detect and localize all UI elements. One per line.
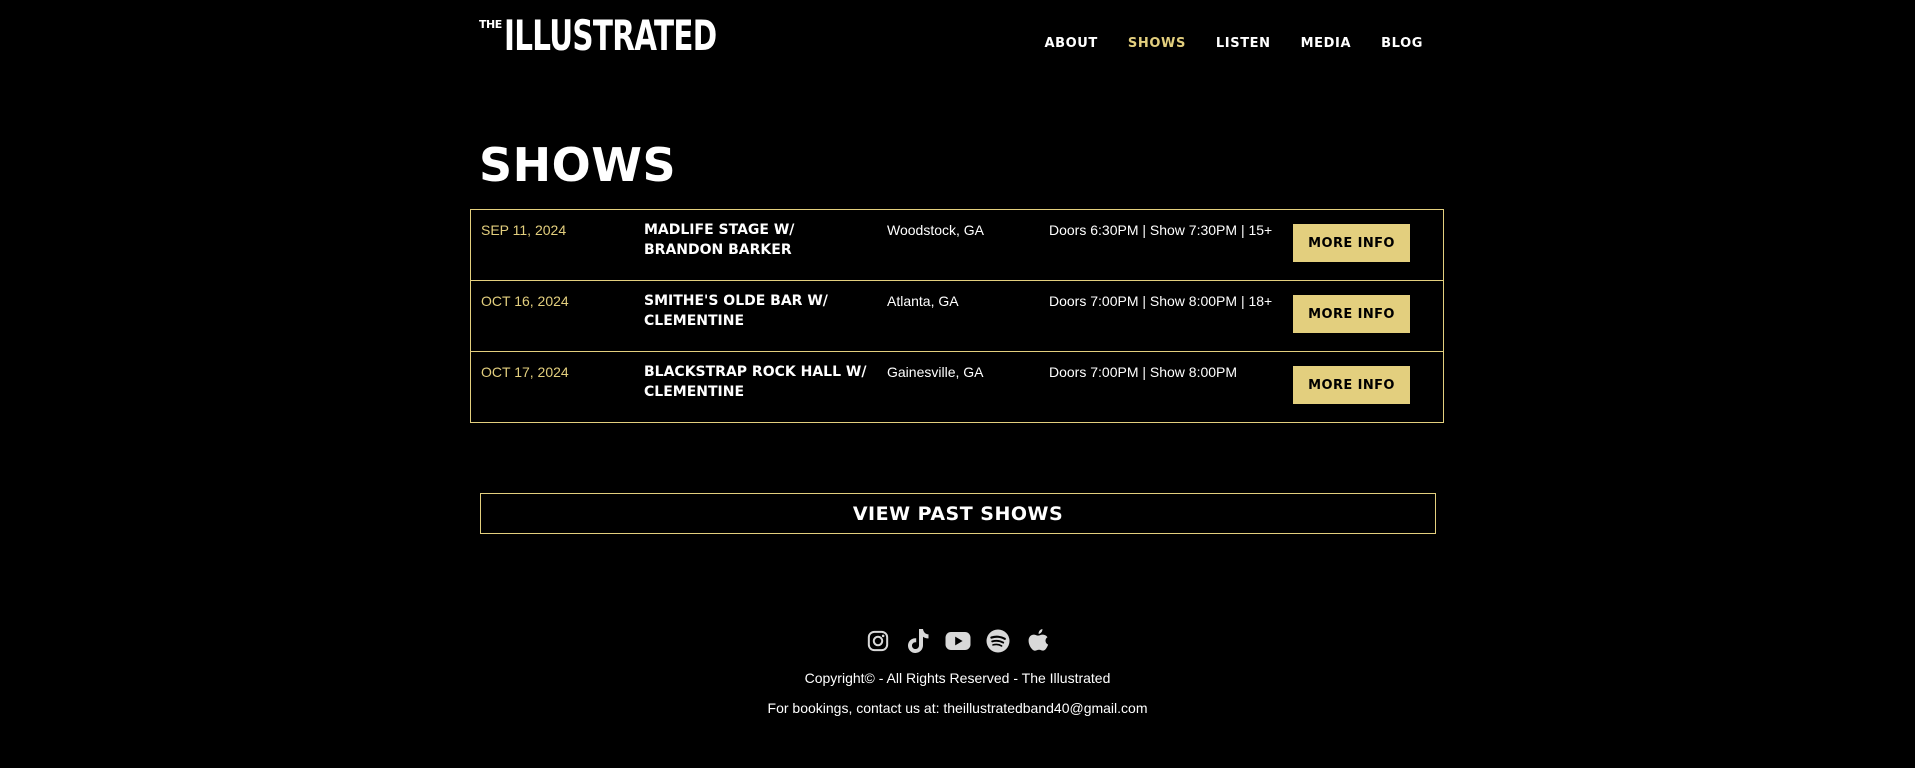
show-venue: BLACKSTRAP ROCK HALL W/ CLEMENTINE xyxy=(644,364,867,400)
more-info-button[interactable]: MORE INFO xyxy=(1293,366,1410,404)
shows-table: SEP 11, 2024 MADLIFE STAGE W/ BRANDON BA… xyxy=(470,209,1444,423)
nav-about[interactable]: ABOUT xyxy=(1044,36,1097,51)
social-links xyxy=(0,627,1915,655)
show-row: OCT 16, 2024 SMITHE'S OLDE BAR W/ CLEMEN… xyxy=(471,281,1443,352)
show-location: Gainesville, GA xyxy=(887,364,984,380)
more-info-button[interactable]: MORE INFO xyxy=(1293,224,1410,262)
show-venue: SMITHE'S OLDE BAR W/ CLEMENTINE xyxy=(644,293,828,329)
nav-media[interactable]: MEDIA xyxy=(1301,36,1352,51)
show-date: OCT 16, 2024 xyxy=(481,293,569,309)
show-venue: MADLIFE STAGE W/ BRANDON BARKER xyxy=(644,222,795,258)
youtube-icon[interactable] xyxy=(945,627,971,655)
more-info-button[interactable]: MORE INFO xyxy=(1293,295,1410,333)
spotify-icon[interactable] xyxy=(985,627,1011,655)
show-times: Doors 6:30PM | Show 7:30PM | 15+ xyxy=(1049,222,1273,238)
show-row: OCT 17, 2024 BLACKSTRAP ROCK HALL W/ CLE… xyxy=(471,352,1443,422)
main-nav: ABOUT SHOWS LISTEN MEDIA BLOG xyxy=(1014,36,1423,51)
show-times: Doors 7:00PM | Show 8:00PM | 18+ xyxy=(1049,293,1273,309)
nav-shows[interactable]: SHOWS xyxy=(1128,36,1186,51)
show-location: Woodstock, GA xyxy=(887,222,985,238)
instagram-icon[interactable] xyxy=(865,627,891,655)
nav-listen[interactable]: LISTEN xyxy=(1216,36,1271,51)
tiktok-icon[interactable] xyxy=(905,627,931,655)
bookings-contact-text: For bookings, contact us at: theillustra… xyxy=(767,700,1148,716)
page: THE ILLUSTRATED ABOUT SHOWS LISTEN MEDIA… xyxy=(0,0,1915,768)
page-title: SHOWS xyxy=(479,138,677,192)
apple-icon[interactable] xyxy=(1025,627,1051,655)
site-logo[interactable]: THE ILLUSTRATED xyxy=(479,14,807,58)
nav-blog[interactable]: BLOG xyxy=(1381,36,1423,51)
view-past-shows-button[interactable]: VIEW PAST SHOWS xyxy=(480,493,1436,534)
logo-the-text: THE xyxy=(479,18,502,31)
copyright-text: Copyright© - All Rights Reserved - The I… xyxy=(804,670,1111,686)
show-times: Doors 7:00PM | Show 8:00PM xyxy=(1049,364,1238,380)
show-location: Atlanta, GA xyxy=(887,293,959,309)
show-row: SEP 11, 2024 MADLIFE STAGE W/ BRANDON BA… xyxy=(471,210,1443,281)
logo-main-text: ILLUSTRATED xyxy=(503,11,717,60)
show-date: SEP 11, 2024 xyxy=(481,222,567,238)
site-header: THE ILLUSTRATED ABOUT SHOWS LISTEN MEDIA… xyxy=(479,14,1423,64)
show-date: OCT 17, 2024 xyxy=(481,364,569,380)
